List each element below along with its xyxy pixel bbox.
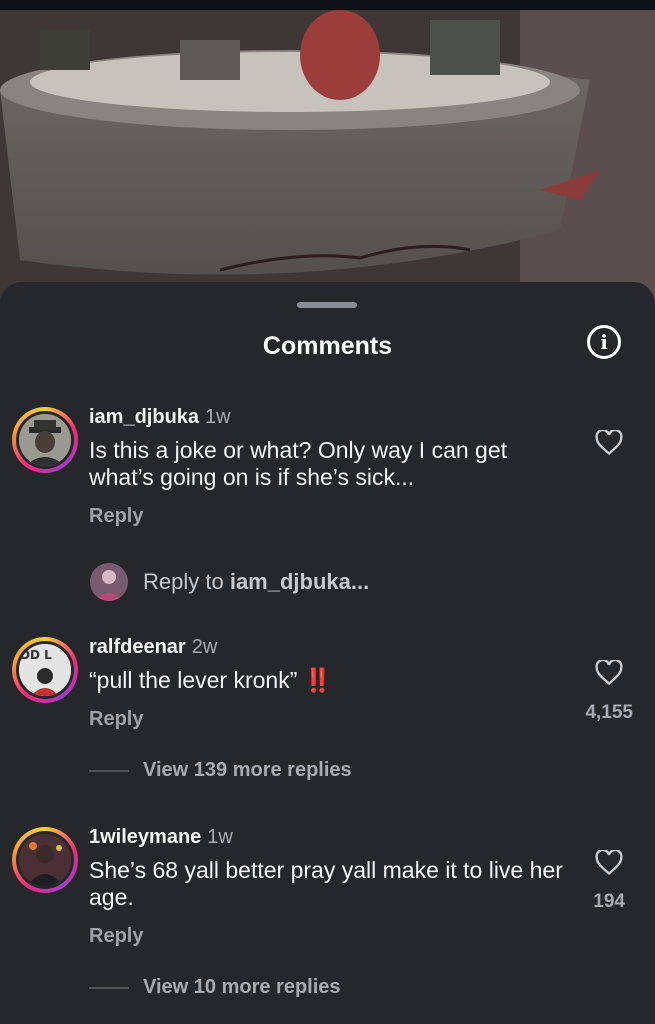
username-text[interactable]: 1wileymane: [89, 826, 201, 848]
divider: [89, 987, 129, 989]
comment-username[interactable]: ralfdeenar 2w: [89, 636, 217, 659]
comment-time: 1w: [207, 826, 233, 848]
reply-input[interactable]: Reply to iam_djbuka...: [143, 569, 369, 595]
sheet-title: Comments: [262, 332, 393, 360]
reply-prefix: Reply to: [143, 569, 230, 594]
avatar[interactable]: DD L: [12, 637, 78, 703]
drag-handle[interactable]: [297, 302, 357, 308]
heart-icon[interactable]: [595, 850, 623, 876]
heart-icon[interactable]: [595, 660, 623, 686]
video-background[interactable]: [0, 0, 655, 300]
double-exclamation-icon: ‼️: [303, 667, 333, 693]
comment-text: “pull the lever kronk” ‼️: [89, 667, 569, 694]
reply-button[interactable]: Reply: [89, 505, 143, 528]
avatar-image: [19, 414, 71, 466]
status-bar: [0, 0, 655, 10]
comment-time: 1w: [205, 406, 231, 428]
comment-username[interactable]: 1wileymane 1w: [89, 826, 233, 849]
comment-text: Is this a joke or what? Only way I can g…: [89, 437, 508, 490]
my-avatar-image: [90, 563, 128, 601]
divider: [89, 770, 129, 772]
view-more-replies-button[interactable]: View 10 more replies: [143, 976, 341, 999]
reply-target: iam_djbuka...: [229, 569, 370, 594]
username-text[interactable]: iam_djbuka: [89, 406, 199, 428]
comment-time: 2w: [191, 636, 218, 658]
comment-username[interactable]: iam_djbuka 1w: [89, 406, 231, 429]
avatar[interactable]: [12, 407, 78, 473]
username-text[interactable]: ralfdeenar: [89, 636, 186, 658]
comment-text-body: “pull the lever kronk”: [89, 667, 298, 693]
avatar[interactable]: [12, 827, 78, 893]
my-avatar: [90, 563, 128, 601]
video-frame: [0, 0, 655, 300]
reply-button[interactable]: Reply: [89, 708, 143, 731]
like-count: 194: [593, 891, 625, 912]
avatar-image: [19, 834, 71, 886]
avatar-image: DD L: [19, 644, 71, 696]
view-more-replies-button[interactable]: View 139 more replies: [143, 759, 352, 782]
heart-icon[interactable]: [595, 430, 623, 456]
like-count: 4,155: [585, 702, 633, 723]
comment-text: She’s 68 yall better pray yall make it t…: [89, 857, 563, 910]
reply-button[interactable]: Reply: [89, 925, 143, 948]
info-icon[interactable]: i: [587, 325, 621, 359]
